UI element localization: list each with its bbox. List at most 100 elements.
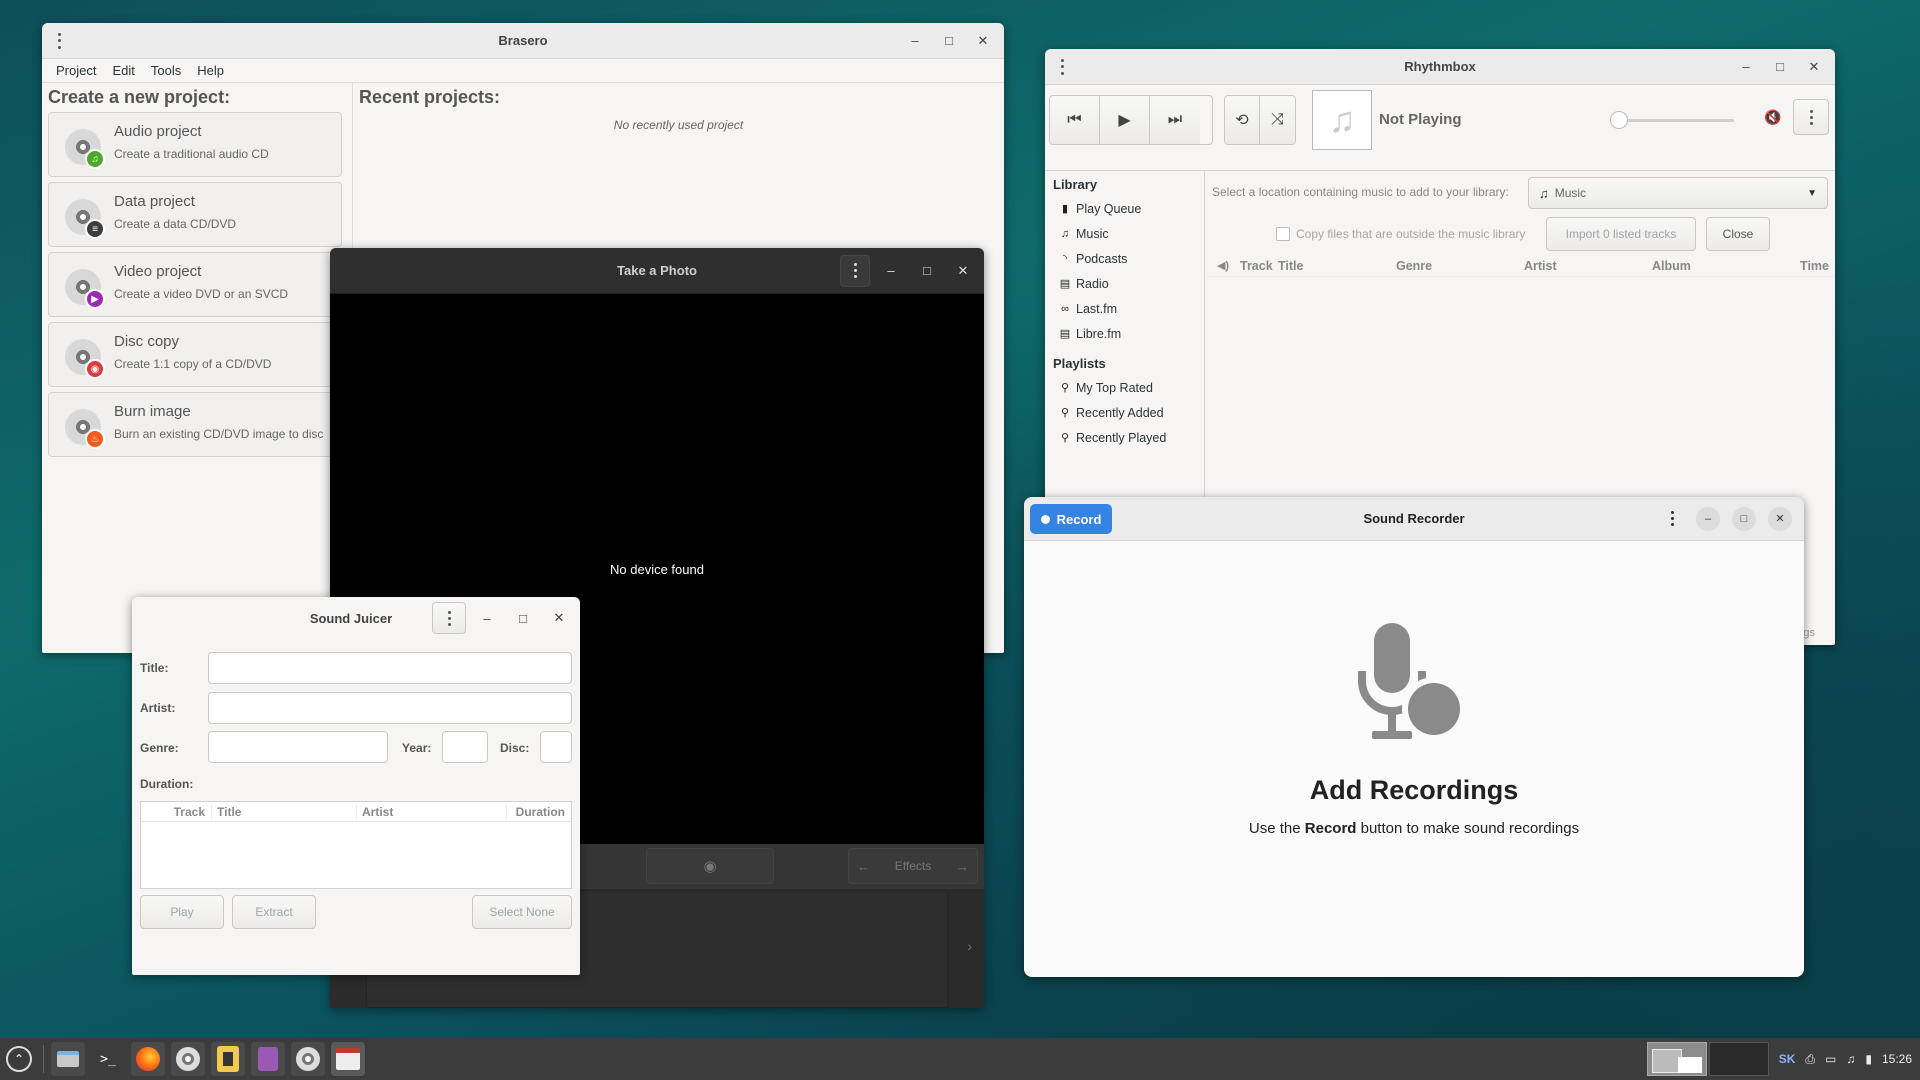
minimize-icon[interactable]: – (876, 258, 906, 284)
sound-juicer-task-icon[interactable] (251, 1042, 285, 1076)
record-button[interactable]: Record (1030, 504, 1112, 534)
music-icon[interactable]: ♫ (1846, 1052, 1855, 1066)
column-album[interactable]: Album (1652, 259, 1782, 273)
maximize-icon[interactable]: □ (1732, 506, 1756, 531)
keyboard-layout[interactable]: SK (1779, 1052, 1796, 1066)
close-button[interactable]: Close (1706, 217, 1770, 251)
juicer-menu-button[interactable] (432, 602, 466, 634)
column-track[interactable]: Track (141, 805, 211, 819)
juicer-titlebar[interactable]: Sound Juicer – □ ✕ (132, 597, 580, 639)
sidebar-item-librefm[interactable]: ▤ Libre.fm (1045, 321, 1204, 346)
column-title[interactable]: Title (1278, 259, 1396, 273)
close-icon[interactable]: ✕ (1799, 54, 1829, 80)
column-artist[interactable]: Artist (356, 804, 506, 819)
play-button[interactable]: Play (140, 895, 224, 929)
playlist-recently-played[interactable]: ⚲ Recently Played (1045, 425, 1204, 450)
burn-image-button[interactable]: ♨ Burn image Burn an existing CD/DVD ima… (48, 392, 342, 457)
disc-copy-button[interactable]: ◉ Disc copy Create 1:1 copy of a CD/DVD (48, 322, 342, 387)
photo-menu-button[interactable] (840, 254, 870, 287)
recorder-titlebar[interactable]: Record Sound Recorder – □ ✕ (1024, 497, 1804, 541)
rhythmbox-titlebar[interactable]: Rhythmbox – □ ✕ (1045, 49, 1835, 85)
column-duration[interactable]: Duration (506, 804, 571, 819)
arrow-left-icon[interactable]: ← (857, 859, 870, 874)
column-artist[interactable]: Artist (1524, 259, 1652, 273)
menu-project[interactable]: Project (48, 63, 104, 78)
recorder-menu-icon[interactable] (1660, 507, 1684, 531)
sidebar-item-podcasts[interactable]: ◝ Podcasts (1045, 246, 1204, 271)
brasero-titlebar[interactable]: Brasero – □ ✕ (42, 23, 1004, 59)
overflow-menu-button[interactable] (1793, 99, 1829, 135)
arrow-right-icon[interactable]: → (956, 859, 969, 874)
maximize-icon[interactable]: □ (912, 258, 942, 284)
effects-label[interactable]: Effects (895, 859, 931, 873)
minimize-icon[interactable]: – (472, 605, 502, 631)
artist-input[interactable] (208, 692, 572, 724)
minimize-icon[interactable]: – (1731, 54, 1761, 80)
maximize-icon[interactable]: □ (508, 605, 538, 631)
disc-input[interactable] (540, 731, 572, 763)
firefox-icon[interactable] (131, 1042, 165, 1076)
photo-booth-task-icon[interactable] (331, 1042, 365, 1076)
maximize-icon[interactable]: □ (934, 28, 964, 54)
start-menu-icon[interactable]: ⌃ (2, 1042, 36, 1076)
minimize-icon[interactable]: – (900, 28, 930, 54)
audio-project-button[interactable]: ♫ Audio project Create a traditional aud… (48, 112, 342, 177)
close-icon[interactable]: ✕ (1768, 506, 1792, 531)
track-table[interactable]: Track Title Artist Duration (140, 801, 572, 889)
sidebar-item-radio[interactable]: ▤ Radio (1045, 271, 1204, 296)
display-icon[interactable]: ▭ (1825, 1052, 1836, 1066)
column-genre[interactable]: Genre (1396, 259, 1524, 273)
volume-slider[interactable] (1610, 111, 1734, 129)
select-none-button[interactable]: Select None (472, 895, 572, 929)
menu-help[interactable]: Help (189, 63, 232, 78)
sidebar-item-play-queue[interactable]: ▮ Play Queue (1045, 196, 1204, 221)
workspace-switcher[interactable] (1646, 1042, 1769, 1076)
printer-icon[interactable]: ⎙ (1805, 1052, 1815, 1067)
close-icon[interactable]: ✕ (544, 605, 574, 631)
maximize-icon[interactable]: □ (1765, 54, 1795, 80)
clock[interactable]: 15:26 (1882, 1052, 1912, 1066)
shuffle-icon[interactable]: ⤨ (1260, 96, 1295, 144)
volume-slider-handle[interactable] (1610, 111, 1628, 129)
disc-task-icon[interactable] (291, 1042, 325, 1076)
year-input[interactable] (442, 731, 488, 763)
data-project-button[interactable]: ≡ Data project Create a data CD/DVD (48, 182, 342, 247)
brasero-task-icon[interactable] (171, 1042, 205, 1076)
file-manager-icon[interactable] (51, 1042, 85, 1076)
play-icon[interactable]: ▶ (1100, 96, 1150, 144)
column-track[interactable]: Track (1240, 259, 1278, 273)
album-title-input[interactable] (208, 652, 572, 684)
column-title[interactable]: Title (211, 804, 356, 819)
workspace-1[interactable] (1646, 1042, 1707, 1076)
battery-icon[interactable]: ▮ (1865, 1052, 1872, 1066)
previous-icon[interactable]: ⏮ (1050, 96, 1100, 144)
photo-titlebar[interactable]: Take a Photo – □ ✕ (330, 248, 984, 294)
video-project-button[interactable]: ▶ Video project Create a video DVD or an… (48, 252, 342, 317)
terminal-icon[interactable]: >_ (91, 1042, 125, 1076)
playlist-recently-added[interactable]: ⚲ Recently Added (1045, 400, 1204, 425)
brasero-menu-icon[interactable] (54, 31, 64, 51)
workspace-2[interactable] (1708, 1042, 1769, 1076)
repeat-icon[interactable]: ⟲ (1225, 96, 1261, 144)
rhythmbox-menu-icon[interactable] (1057, 57, 1067, 77)
menu-tools[interactable]: Tools (143, 63, 189, 78)
extract-button[interactable]: Extract (232, 895, 316, 929)
chevron-right-icon[interactable]: › (967, 938, 972, 954)
take-photo-button[interactable]: ◉ (646, 848, 774, 884)
menu-edit[interactable]: Edit (104, 63, 142, 78)
location-dropdown[interactable]: ♫ Music ▼ (1528, 177, 1828, 209)
next-icon[interactable]: ⏭ (1150, 96, 1200, 144)
playlist-my-top-rated[interactable]: ⚲ My Top Rated (1045, 375, 1204, 400)
copy-files-checkbox[interactable] (1276, 227, 1290, 241)
column-time[interactable]: Time (1800, 259, 1835, 273)
close-icon[interactable]: ✕ (948, 258, 978, 284)
genre-input[interactable] (208, 731, 388, 763)
minimize-icon[interactable]: – (1696, 506, 1720, 531)
system-tray: SK ⎙ ▭ ♫ ▮ 15:26 (1646, 1038, 1912, 1080)
rhythmbox-task-icon[interactable] (211, 1042, 245, 1076)
import-button[interactable]: Import 0 listed tracks (1546, 217, 1696, 251)
close-icon[interactable]: ✕ (968, 28, 998, 54)
mute-icon[interactable]: 🔇 (1764, 109, 1781, 126)
sidebar-item-lastfm[interactable]: ∞ Last.fm (1045, 296, 1204, 321)
sidebar-item-music[interactable]: ♫ Music (1045, 221, 1204, 246)
